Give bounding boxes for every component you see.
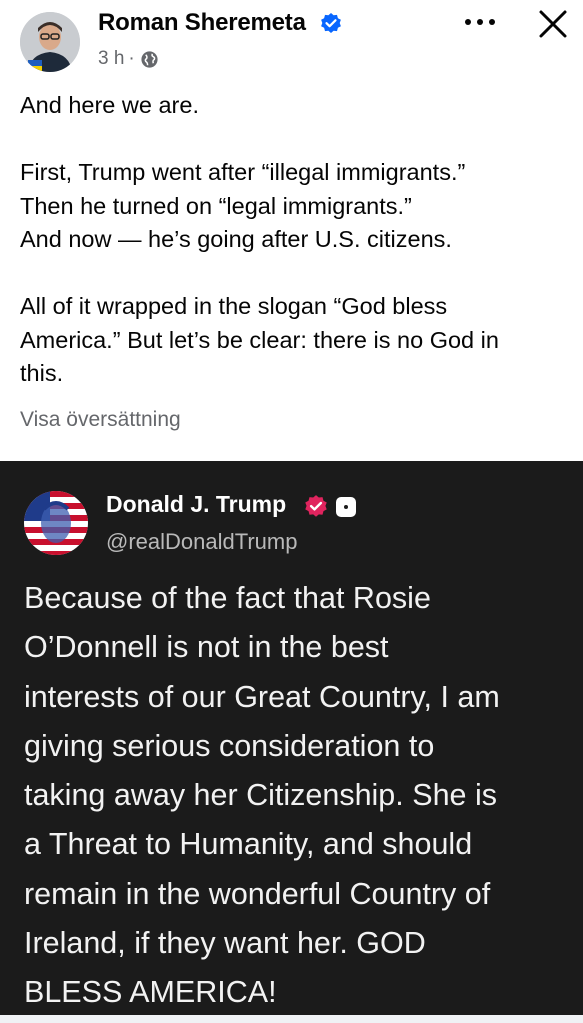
post-paragraph-2: First, Trump went after “illegal immigra… xyxy=(20,156,570,257)
embedded-line: taking away her Citizenship. She is xyxy=(24,778,497,813)
embedded-line: O’Donnell is not in the best xyxy=(24,630,389,665)
embedded-truth-social-screenshot[interactable]: Donald J. Trump @realDonaldTrump Because… xyxy=(0,461,583,1023)
post-line: America.” But let’s be clear: there is n… xyxy=(20,326,499,353)
post-screen: Roman Sheremeta 3 h · And here we are. F… xyxy=(0,0,583,1023)
post-text: And here we are. First, Trump went after… xyxy=(20,89,570,391)
post-paragraph-1: And here we are. xyxy=(20,89,570,123)
embedded-author-name: Donald J. Trump xyxy=(106,491,287,517)
post-line: And here we are. xyxy=(20,92,199,118)
verified-badge-icon xyxy=(321,13,341,33)
embedded-handle: @realDonaldTrump xyxy=(106,529,298,554)
embedded-line: remain in the wonderful Country of xyxy=(24,876,491,911)
author-name[interactable]: Roman Sheremeta xyxy=(98,9,306,37)
truth-verified-badge-icon xyxy=(305,495,327,517)
post-time[interactable]: 3 h xyxy=(98,48,124,70)
embedded-line: a Threat to Humanity, and should xyxy=(24,827,473,862)
close-icon[interactable] xyxy=(537,8,569,40)
post-header: Roman Sheremeta 3 h · xyxy=(0,0,583,82)
more-options-icon[interactable] xyxy=(462,10,498,34)
embedded-line: BLESS AMERICA! xyxy=(24,975,277,1010)
post-paragraph-3: All of it wrapped in the slogan “God ble… xyxy=(20,290,570,391)
embedded-line: Because of the fact that Rosie xyxy=(24,581,431,615)
embedded-line: interests of our Great Country, I am xyxy=(24,679,500,714)
post-line: All of it wrapped in the slogan “God ble… xyxy=(20,293,448,319)
embedded-avatar xyxy=(24,491,88,555)
globe-icon xyxy=(141,50,158,68)
post-meta: 3 h · xyxy=(98,48,159,70)
bottom-divider xyxy=(0,1015,583,1023)
embedded-line: Ireland, if they want her. GOD xyxy=(24,926,426,961)
square-badge-icon xyxy=(336,497,356,517)
post-line: First, Trump went after “illegal immigra… xyxy=(20,159,466,185)
post-line: this. xyxy=(20,360,64,386)
post-line: Then he turned on “legal immigrants.” xyxy=(20,192,412,219)
post-line: And now — he’s going after U.S. citizens… xyxy=(20,226,452,252)
see-translation-link[interactable]: Visa översättning xyxy=(20,408,181,432)
embedded-line: giving serious consideration to xyxy=(24,728,435,763)
embedded-post-text: Because of the fact that Rosie O’Donnell… xyxy=(24,574,569,1018)
meta-separator: · xyxy=(128,48,135,69)
author-avatar[interactable] xyxy=(20,12,80,72)
